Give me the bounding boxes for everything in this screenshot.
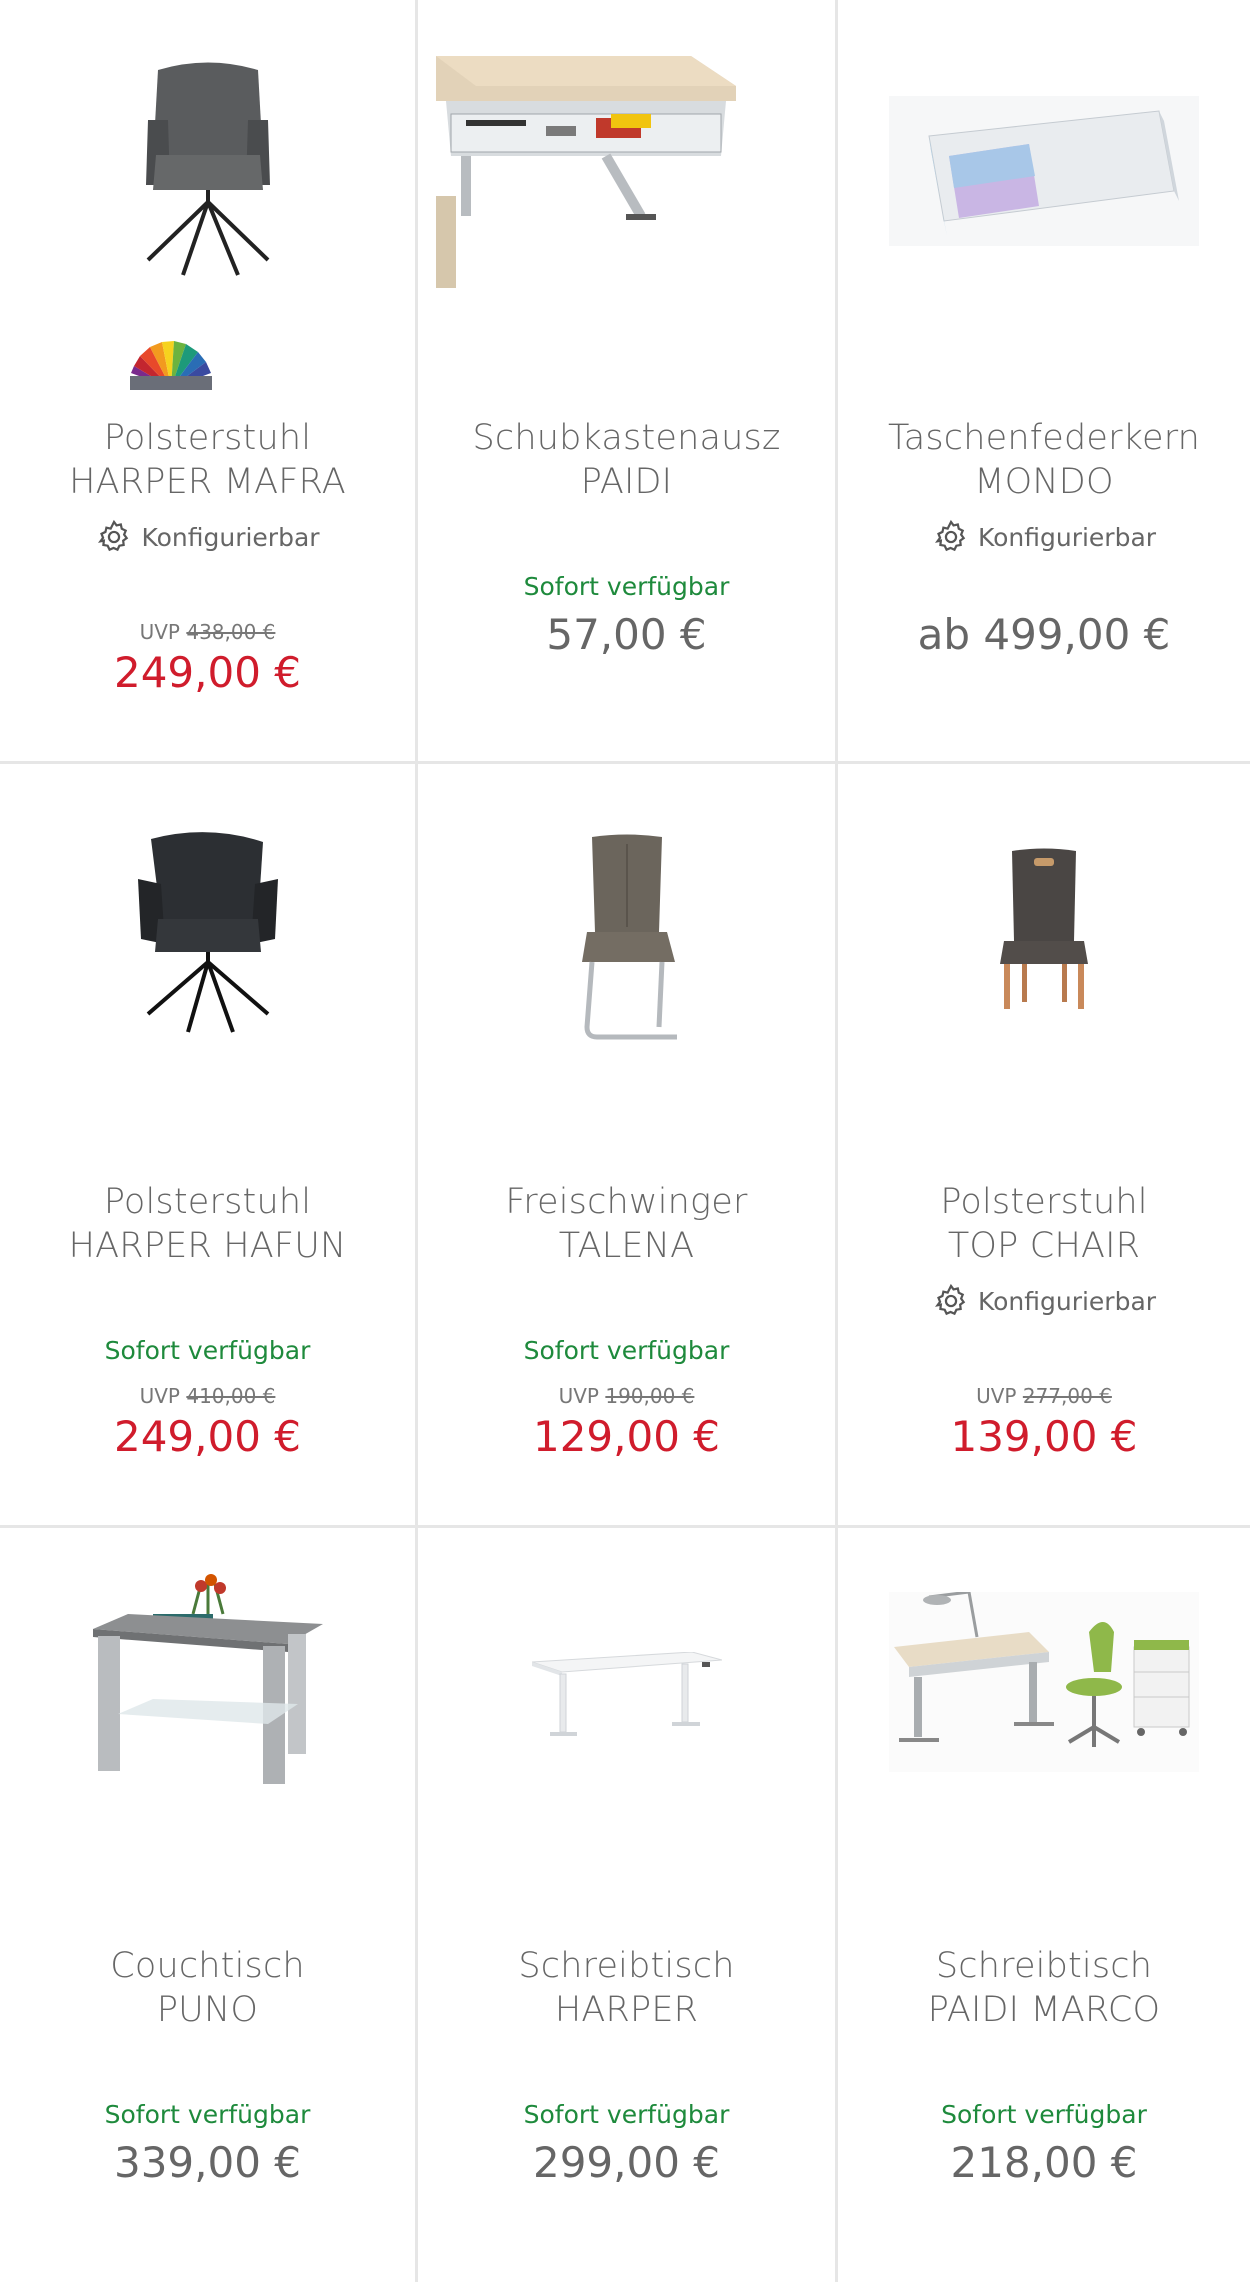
kids-desk-set-icon	[889, 1592, 1199, 1772]
product-image[interactable]	[438, 832, 815, 1082]
color-palette-icon	[130, 341, 212, 390]
product-title[interactable]: Schreibtisch PAIDI MARCO	[848, 1944, 1240, 2032]
product-grid: Polsterstuhl HARPER MAFRA Konfigurierbar…	[0, 0, 1250, 2282]
price: 299,00 €	[532, 2138, 721, 2187]
mattress-icon	[889, 96, 1199, 246]
availability-status: Sofort verfügbar	[523, 572, 730, 601]
product-title-line2: HARPER MAFRA	[69, 462, 346, 502]
product-card[interactable]: Taschenfederkern MONDO Konfigurierbar ab…	[838, 0, 1250, 764]
product-image[interactable]	[20, 824, 395, 1074]
color-swatch[interactable]	[0, 338, 415, 392]
product-title-line1: Couchtisch	[110, 1946, 305, 1986]
sale-price: 249,00 €	[113, 1412, 302, 1461]
availability-status: Sofort verfügbar	[523, 1336, 730, 1365]
uvp-value: 190,00 €	[605, 1384, 695, 1408]
product-title[interactable]: Taschenfederkern MONDO	[848, 416, 1240, 504]
price: 57,00 €	[546, 610, 707, 659]
product-title-line2: HARPER HAFUN	[68, 1226, 347, 1266]
gear-icon	[934, 519, 966, 552]
product-title-line1: Polsterstuhl	[103, 418, 312, 458]
product-title-line1: Schubkastenausz	[472, 418, 781, 458]
configurable-label: Konfigurierbar	[141, 522, 320, 552]
uvp-value: 277,00 €	[1022, 1384, 1112, 1408]
uvp-value: 410,00 €	[186, 1384, 276, 1408]
product-title[interactable]: Polsterstuhl HARPER MAFRA	[10, 416, 405, 504]
product-image[interactable]	[436, 56, 815, 306]
configurable-badge: Konfigurierbar	[838, 518, 1250, 556]
dining-chair-wood-icon	[1000, 848, 1088, 1009]
product-title[interactable]: Freischwinger TALENA	[428, 1180, 825, 1268]
uvp-label: UVP	[139, 620, 180, 644]
product-image[interactable]	[858, 846, 1230, 1096]
sale-price: 249,00 €	[113, 648, 302, 697]
price: 218,00 €	[950, 2138, 1138, 2187]
product-card[interactable]: Freischwinger TALENA Sofort verfügbar UV…	[418, 764, 838, 1528]
product-card[interactable]: Schreibtisch HARPER Sofort verfügbar 299…	[418, 1528, 838, 2282]
product-image[interactable]	[20, 1574, 395, 1824]
armchair-black-icon	[137, 832, 278, 1033]
availability-status: Sofort verfügbar	[941, 2100, 1147, 2129]
product-title-line2: HARPER	[554, 1990, 699, 2030]
product-card[interactable]: Schreibtisch PAIDI MARCO Sofort verfügba…	[838, 1528, 1250, 2282]
product-title-line1: Freischwinger	[505, 1182, 748, 1222]
uvp-price: UVP 410,00 €	[0, 1384, 415, 1408]
uvp-value: 438,00 €	[186, 620, 276, 644]
product-title[interactable]: Schubkastenausz PAIDI	[428, 416, 825, 504]
product-image[interactable]	[438, 1652, 815, 1902]
product-title-line1: Polsterstuhl	[940, 1182, 1148, 1222]
sale-price: 139,00 €	[950, 1412, 1138, 1461]
configurable-label: Konfigurierbar	[977, 1286, 1157, 1316]
availability-status: Sofort verfügbar	[104, 1336, 311, 1365]
product-card[interactable]: Polsterstuhl HARPER MAFRA Konfigurierbar…	[0, 0, 418, 764]
cantilever-chair-icon	[581, 834, 677, 1040]
product-title-line1: Schreibtisch	[518, 1946, 735, 1986]
price: 339,00 €	[113, 2138, 302, 2187]
product-title-line1: Polsterstuhl	[103, 1182, 312, 1222]
product-image[interactable]	[858, 1592, 1230, 1842]
gear-icon	[934, 1283, 966, 1316]
uvp-price: UVP 438,00 €	[0, 620, 415, 644]
configurable-badge: Konfigurierbar	[838, 1282, 1250, 1320]
uvp-label: UVP	[976, 1384, 1017, 1408]
availability-status: Sofort verfügbar	[104, 2100, 311, 2129]
product-title-line2: PUNO	[156, 1990, 259, 2030]
configurable-badge: Konfigurierbar	[0, 518, 415, 556]
product-title[interactable]: Schreibtisch HARPER	[428, 1944, 825, 2032]
product-title[interactable]: Polsterstuhl HARPER HAFUN	[10, 1180, 405, 1268]
uvp-label: UVP	[139, 1384, 180, 1408]
product-title-line2: MONDO	[974, 462, 1114, 502]
product-title[interactable]: Couchtisch PUNO	[10, 1944, 405, 2032]
product-title-line2: PAIDI	[580, 462, 673, 502]
uvp-price: UVP 277,00 €	[838, 1384, 1250, 1408]
armchair-grey-icon	[145, 62, 270, 276]
product-title-line2: PAIDI MARCO	[927, 1990, 1161, 2030]
product-card[interactable]: Polsterstuhl HARPER HAFUN Sofort verfügb…	[0, 764, 418, 1528]
product-image[interactable]	[858, 96, 1230, 346]
coffee-table-icon	[92, 1574, 323, 1784]
product-title-line1: Schreibtisch	[935, 1946, 1153, 1986]
product-title-line1: Taschenfederkern	[887, 418, 1201, 458]
white-desk-icon	[531, 1652, 722, 1736]
product-card[interactable]: Polsterstuhl TOP CHAIR Konfigurierbar UV…	[838, 764, 1250, 1528]
uvp-price: UVP 190,00 €	[418, 1384, 835, 1408]
product-title-line2: TOP CHAIR	[947, 1226, 1141, 1266]
sale-price: 129,00 €	[532, 1412, 721, 1461]
configurable-label: Konfigurierbar	[977, 522, 1157, 552]
product-image[interactable]	[20, 50, 395, 300]
product-card[interactable]: Couchtisch PUNO Sofort verfügbar 339,00 …	[0, 1528, 418, 2282]
product-title[interactable]: Polsterstuhl TOP CHAIR	[848, 1180, 1240, 1268]
desk-drawer-icon	[436, 56, 736, 288]
product-card[interactable]: Schubkastenausz PAIDI Sofort verfügbar 5…	[418, 0, 838, 764]
gear-icon	[98, 519, 129, 552]
price: ab 499,00 €	[917, 610, 1171, 659]
uvp-label: UVP	[558, 1384, 599, 1408]
availability-status: Sofort verfügbar	[523, 2100, 730, 2129]
product-title-line2: TALENA	[558, 1226, 695, 1266]
